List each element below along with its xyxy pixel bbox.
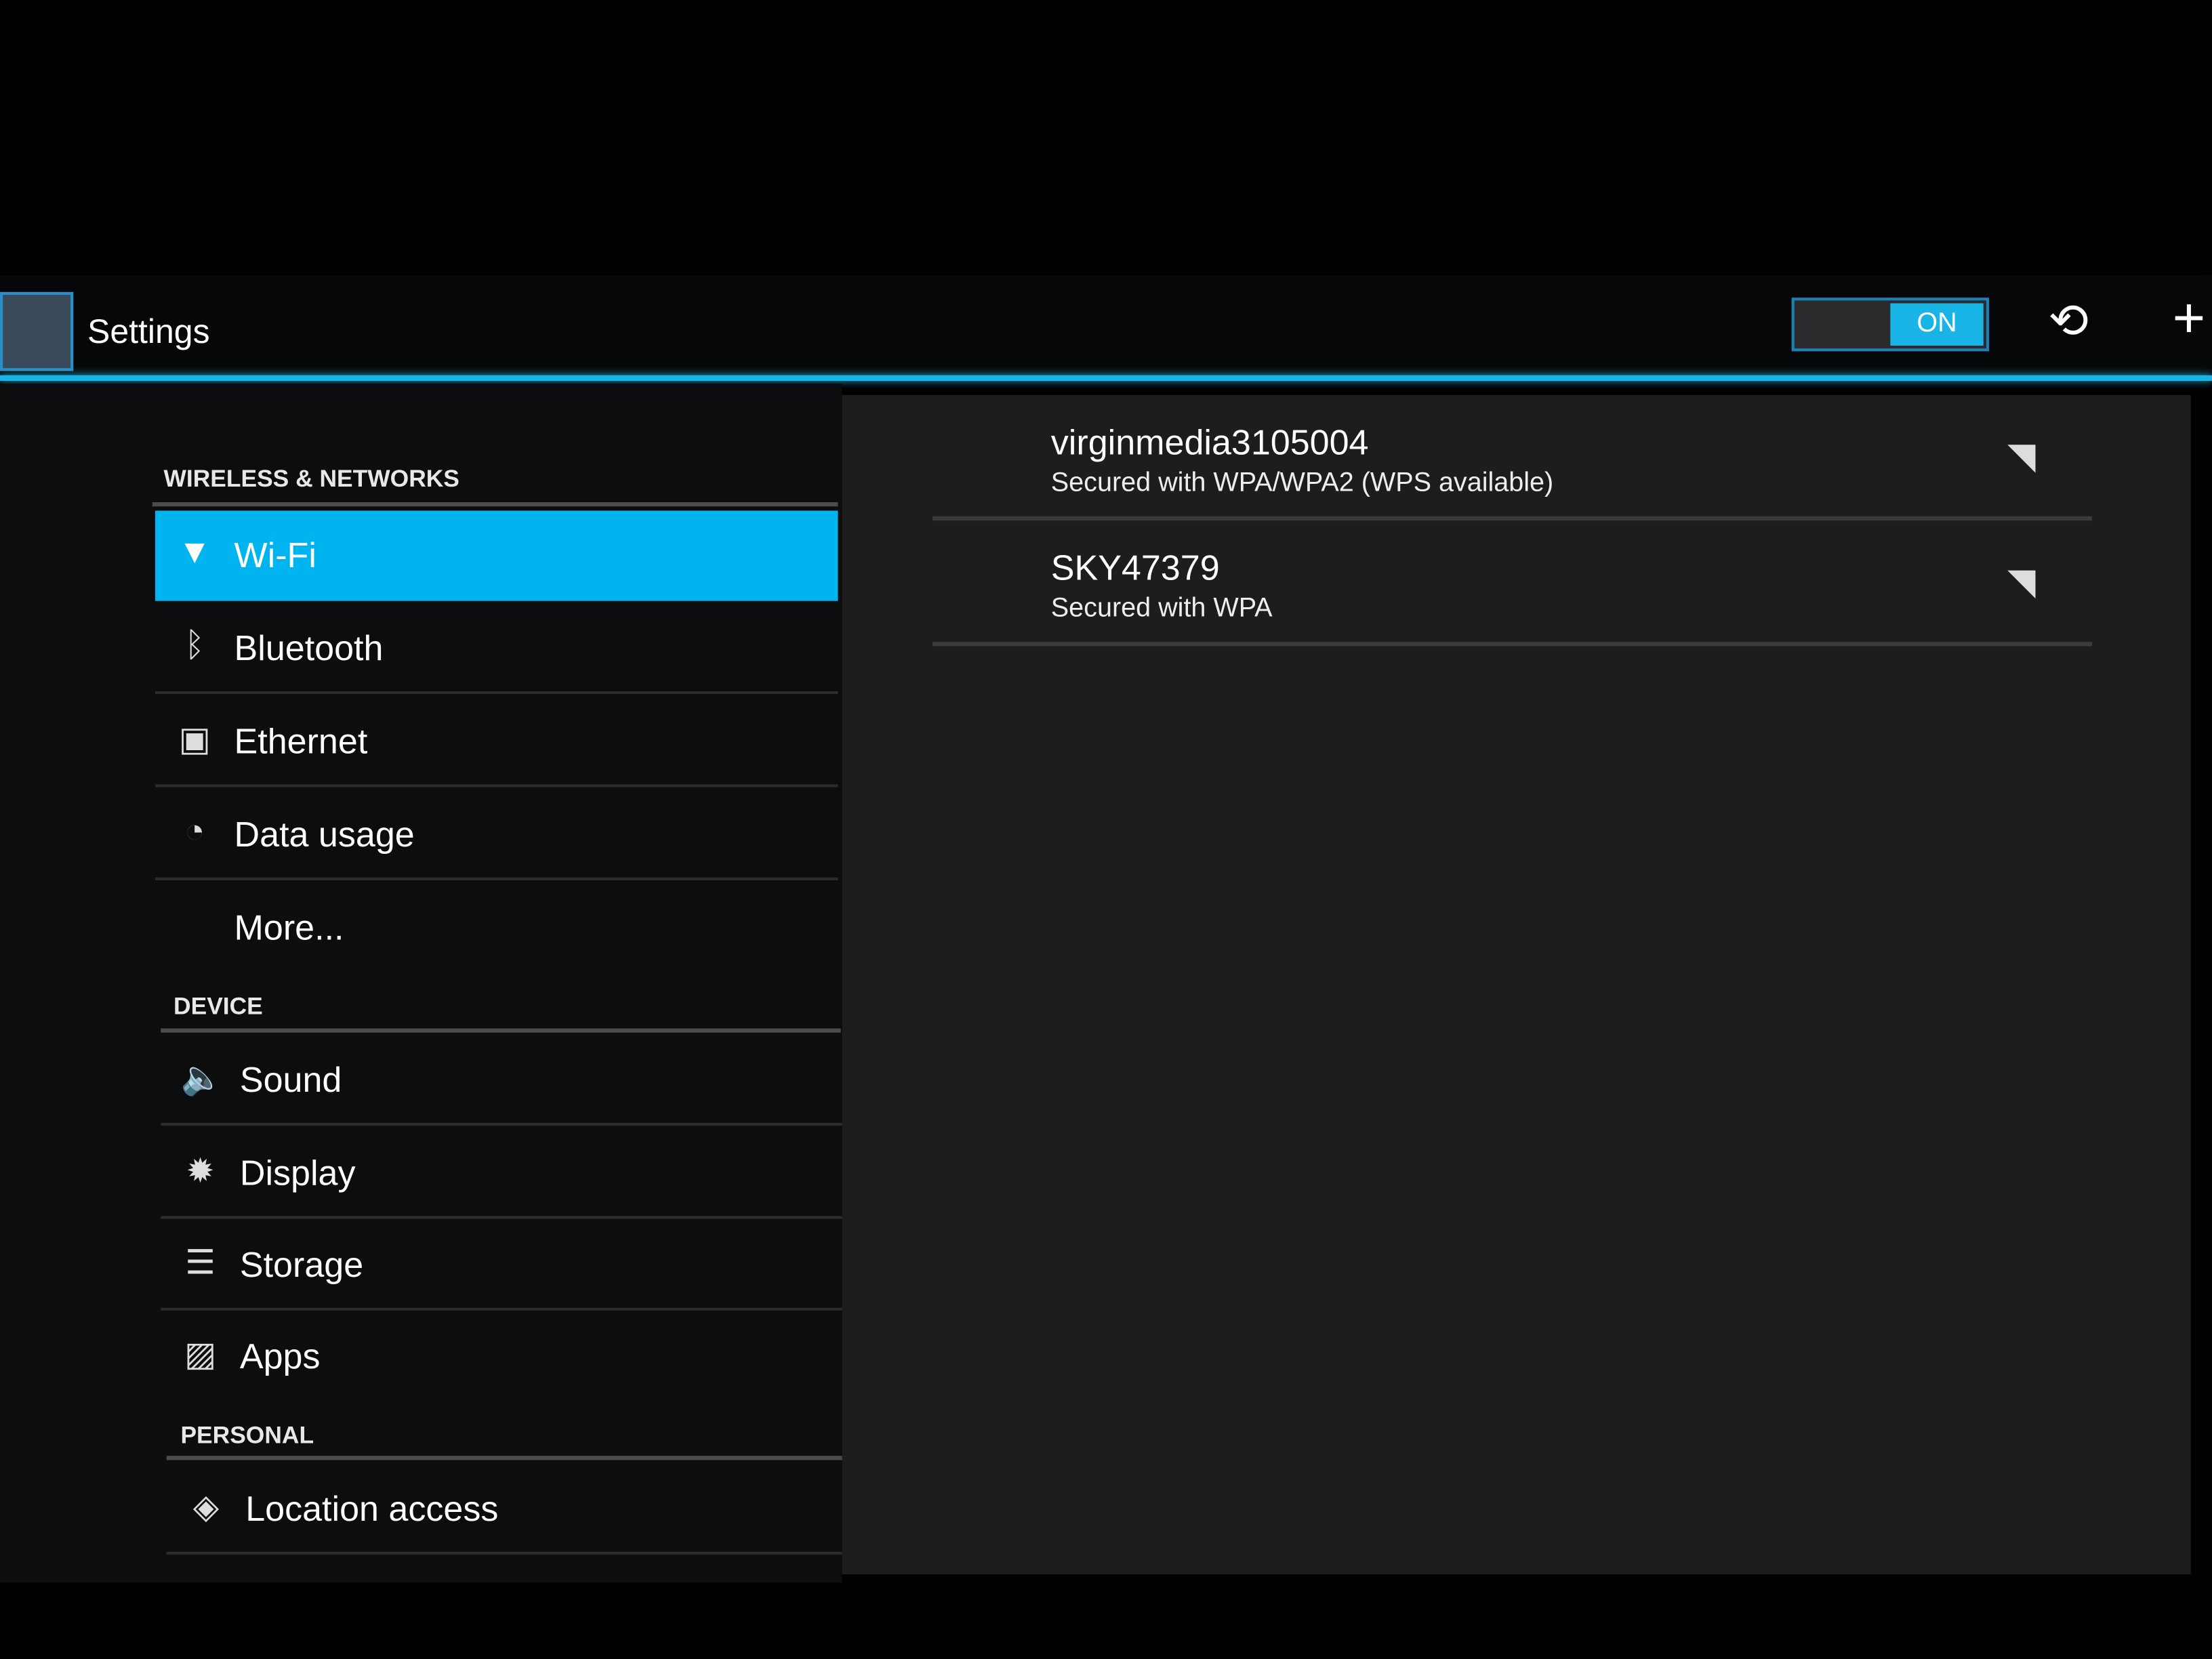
wifi-lock-icon: ◥ xyxy=(2007,434,2036,477)
item-label: Sound xyxy=(239,1061,342,1101)
ethernet-icon: ▣ xyxy=(178,720,211,759)
network-name: virginmedia3105004 xyxy=(1050,423,1369,463)
divider xyxy=(166,1456,842,1460)
data-usage-icon: ◔ xyxy=(184,813,205,851)
wifi-network-list: virginmedia3105004 Secured with WPA/WPA2… xyxy=(842,394,2191,1575)
sidebar-item-bluetooth[interactable]: ᛒ Bluetooth xyxy=(155,604,838,695)
network-security: Secured with WPA/WPA2 (WPS available) xyxy=(1050,468,1554,498)
sidebar-item-more[interactable]: More... xyxy=(155,883,838,973)
item-label: Wi-Fi xyxy=(234,536,316,576)
sidebar-item-ethernet[interactable]: ▣ Ethernet xyxy=(155,697,838,787)
network-item[interactable]: virginmedia3105004 Secured with WPA/WPA2… xyxy=(932,395,2093,521)
item-label: Data usage xyxy=(234,815,415,855)
sidebar-item-display[interactable]: ✹ Display xyxy=(161,1128,844,1219)
sidebar-item-sound[interactable]: 🔈 Sound xyxy=(161,1036,844,1126)
section-header-personal: PERSONAL xyxy=(180,1422,314,1449)
item-label: More... xyxy=(234,908,344,948)
sidebar-item-storage[interactable]: ☰ Storage xyxy=(161,1221,844,1311)
section-header-wireless: WIRELESS & NETWORKS xyxy=(163,465,459,493)
wifi-toggle[interactable]: ON xyxy=(1791,298,1990,352)
sidebar-item-data-usage[interactable]: ◔ Data usage xyxy=(155,790,838,880)
action-bar-divider xyxy=(0,375,2212,382)
settings-sliders-icon[interactable] xyxy=(0,291,74,371)
apps-icon: ▨ xyxy=(184,1336,217,1374)
item-label: Location access xyxy=(245,1490,499,1530)
item-label: Display xyxy=(239,1153,356,1194)
location-icon: ◈ xyxy=(192,1488,220,1527)
speaker-icon: 🔈 xyxy=(180,1059,223,1098)
divider xyxy=(161,1028,841,1033)
app-title: Settings xyxy=(87,313,210,352)
item-label: Bluetooth xyxy=(234,629,384,669)
brightness-icon: ✹ xyxy=(186,1152,215,1191)
network-name: SKY47379 xyxy=(1050,548,1220,589)
add-network-icon[interactable]: + xyxy=(2173,288,2206,352)
bluetooth-icon: ᛒ xyxy=(184,626,205,665)
network-item[interactable]: SKY47379 Secured with WPA ◥ xyxy=(932,520,2093,647)
network-security: Secured with WPA xyxy=(1050,594,1273,624)
sidebar-item-location[interactable]: ◈ Location access xyxy=(166,1465,850,1555)
divider xyxy=(152,502,838,507)
sidebar-item-wifi[interactable]: ▼ Wi-Fi xyxy=(155,510,838,601)
item-label: Apps xyxy=(239,1337,321,1377)
toggle-label: ON xyxy=(1890,303,1984,346)
item-label: Storage xyxy=(239,1246,364,1286)
wifi-lock-icon: ◥ xyxy=(2007,560,2036,602)
settings-sidebar: WIRELESS & NETWORKS ▼ Wi-Fi ᛒ Bluetooth ▣ E… xyxy=(0,384,850,1583)
wifi-icon: ▼ xyxy=(178,533,211,572)
sidebar-item-apps[interactable]: ▨ Apps xyxy=(161,1312,843,1402)
storage-icon: ☰ xyxy=(185,1244,216,1283)
scan-icon[interactable]: ⟲ xyxy=(2048,293,2088,350)
screen: Settings ON ⟲ + WIRELESS & NETWORKS ▼ Wi-… xyxy=(0,0,2212,1659)
section-header-device: DEVICE xyxy=(173,993,263,1020)
item-label: Ethernet xyxy=(234,722,368,762)
